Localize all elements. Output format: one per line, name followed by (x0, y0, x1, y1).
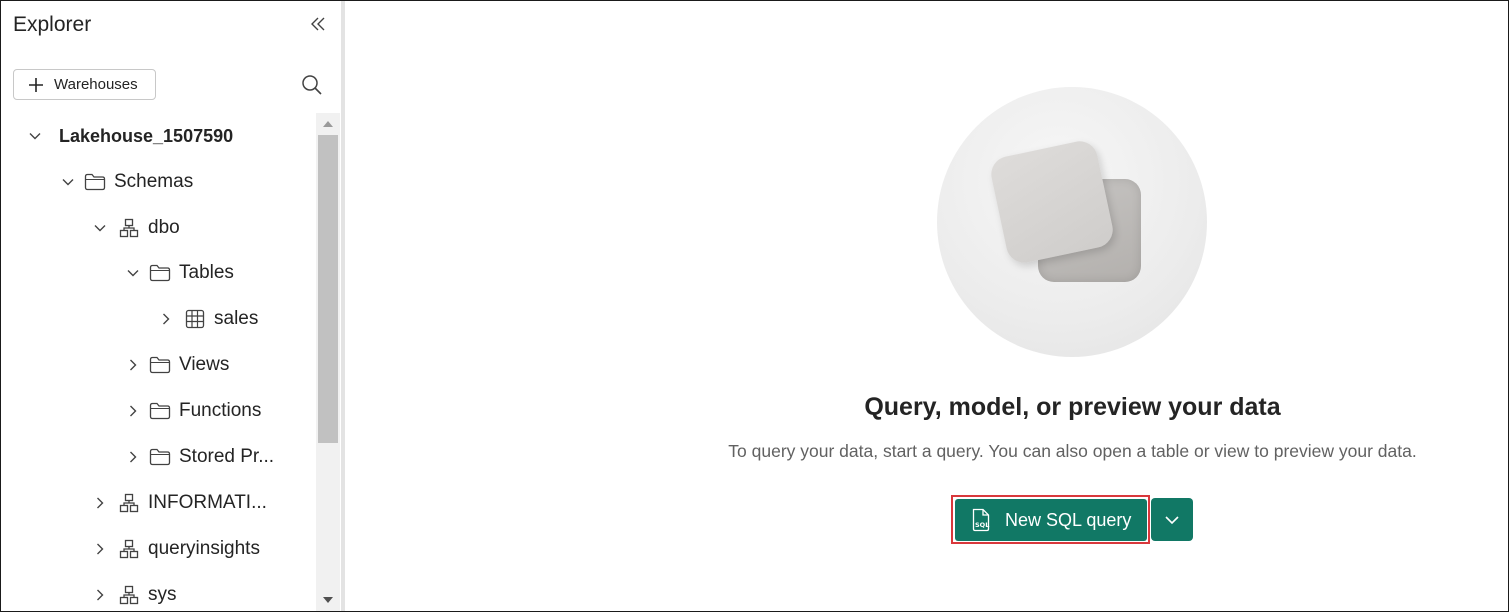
empty-state-description: To query your data, start a query. You c… (728, 441, 1417, 461)
tree-item-information-schema[interactable]: INFORMATI... (92, 484, 267, 522)
tree-item-dbo[interactable]: dbo (92, 209, 180, 247)
schema-icon (118, 585, 140, 605)
tree-item-label: Stored Pr... (179, 446, 275, 467)
scroll-down-button[interactable] (316, 589, 340, 611)
tree-item-schemas[interactable]: Schemas (60, 163, 193, 201)
tree-item-label: Functions (179, 400, 262, 421)
tree-item-label: INFORMATI... (148, 492, 267, 513)
new-sql-query-label: New SQL query (1005, 509, 1132, 530)
folder-icon (149, 401, 171, 421)
tree-item-sales[interactable]: sales (158, 300, 258, 338)
table-icon (184, 309, 206, 329)
chevron-right-icon (125, 403, 141, 419)
tree-item-label: Lakehouse_1507590 (59, 125, 234, 146)
explorer-panel: Explorer Warehouses Lakehouse_1507590 Sc… (1, 1, 341, 611)
tree-item-lakehouse[interactable]: Lakehouse_1507590 (27, 117, 233, 155)
folder-icon (149, 263, 171, 283)
tree-item-label: Tables (179, 262, 234, 283)
explorer-tree: Lakehouse_1507590 Schemas dbo Tables sal… (1, 113, 315, 611)
chevron-down-icon (60, 174, 76, 190)
tree-item-queryinsights[interactable]: queryinsights (92, 530, 260, 568)
folder-icon (84, 172, 106, 192)
triangle-down-icon (323, 597, 333, 603)
chevron-down-icon (125, 265, 141, 281)
folder-icon (149, 447, 171, 467)
schema-icon (118, 218, 140, 238)
schema-icon (118, 539, 140, 559)
explorer-title: Explorer (13, 13, 92, 36)
tree-item-label: sales (214, 308, 259, 329)
chevron-down-icon (27, 128, 43, 144)
explorer-scrollbar[interactable] (316, 113, 340, 611)
new-sql-query-dropdown[interactable] (1151, 498, 1193, 541)
schema-icon (118, 493, 140, 513)
tree-item-label: sys (148, 584, 177, 605)
plus-icon (29, 77, 43, 92)
sql-file-icon: SQL (972, 508, 989, 532)
main-canvas (345, 1, 1507, 611)
double-chevron-left-icon (311, 17, 325, 31)
illustration-front-square (987, 137, 1117, 267)
tree-item-label: queryinsights (148, 538, 260, 559)
empty-state-title: Query, model, or preview your data (864, 393, 1281, 421)
add-warehouses-button[interactable]: Warehouses (13, 69, 156, 100)
chevron-down-icon (92, 220, 108, 236)
triangle-up-icon (323, 121, 333, 127)
tree-item-views[interactable]: Views (125, 346, 229, 384)
scroll-thumb[interactable] (318, 135, 338, 443)
chevron-right-icon (158, 311, 174, 327)
collapse-panel-button[interactable] (305, 11, 331, 37)
chevron-down-icon (1165, 515, 1179, 524)
tree-item-functions[interactable]: Functions (125, 392, 261, 430)
chevron-right-icon (92, 587, 108, 603)
scroll-up-button[interactable] (316, 113, 340, 135)
add-warehouses-label: Warehouses (54, 76, 138, 93)
search-icon (302, 75, 322, 95)
chevron-right-icon (92, 495, 108, 511)
tree-item-stored-procedures[interactable]: Stored Pr... (125, 438, 274, 476)
new-sql-query-button[interactable]: SQL New SQL query (955, 499, 1147, 541)
tree-item-label: Schemas (114, 171, 194, 192)
tree-item-tables[interactable]: Tables (125, 254, 234, 292)
folder-icon (149, 355, 171, 375)
chevron-right-icon (92, 541, 108, 557)
chevron-right-icon (125, 357, 141, 373)
tree-item-label: dbo (148, 217, 180, 238)
tree-item-label: Views (179, 354, 230, 375)
tree-item-sys[interactable]: sys (92, 576, 177, 611)
svg-text:SQL: SQL (975, 521, 989, 529)
explorer-search-button[interactable] (299, 72, 325, 98)
chevron-right-icon (125, 449, 141, 465)
